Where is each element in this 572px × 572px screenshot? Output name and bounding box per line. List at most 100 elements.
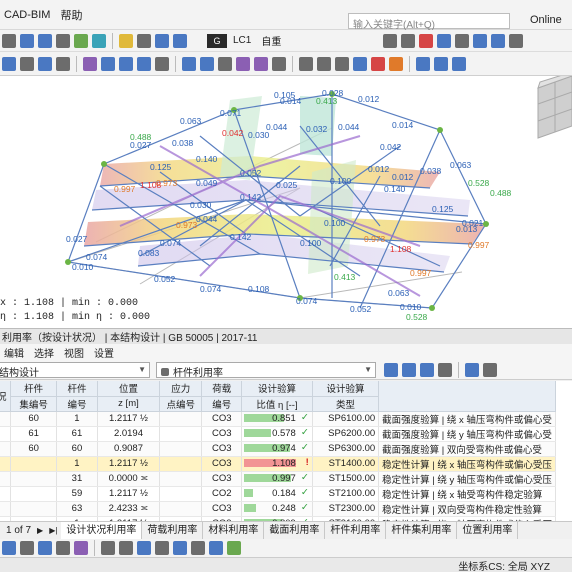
- panel-menu-edit[interactable]: 编辑: [4, 345, 24, 360]
- check-icon[interactable]: [227, 541, 241, 555]
- panel-menu-select[interactable]: 选择: [34, 345, 54, 360]
- chevron-down-icon: ▼: [138, 364, 146, 374]
- export-icon[interactable]: [465, 362, 479, 377]
- model-icon[interactable]: [173, 33, 187, 48]
- table-row[interactable]: 61 61 2.0194 CO3 0.578 ✓ SP6200.00 截面强度验算 | 绕 y…: [0, 426, 556, 442]
- table-row[interactable]: 31 0.0000 ≍ CO3 0.997 ✓ ST1500.00 稳定性计算 | 绕 y …: [0, 471, 556, 487]
- tab-0[interactable]: 设计状况利用率: [61, 522, 143, 539]
- measure-icon[interactable]: [236, 56, 250, 71]
- mirror-icon[interactable]: [335, 56, 349, 71]
- polyline-icon[interactable]: [272, 56, 286, 71]
- search-input[interactable]: 输入关键字(Alt+Q): [348, 13, 510, 31]
- result-label: 0.125: [150, 162, 172, 172]
- report-icon[interactable]: [74, 33, 88, 48]
- snap-object-icon[interactable]: [56, 541, 70, 555]
- undo-icon[interactable]: [119, 33, 133, 48]
- tab-5[interactable]: 杆件集利用率: [386, 522, 458, 539]
- settings-icon[interactable]: [483, 362, 497, 377]
- filter-icon[interactable]: [455, 33, 470, 48]
- window-icon[interactable]: [434, 56, 448, 71]
- status-cell: [0, 486, 12, 502]
- tab-2[interactable]: 材料利用率: [203, 522, 265, 539]
- redo-icon[interactable]: [137, 33, 151, 48]
- section-icon[interactable]: [119, 56, 133, 71]
- result-label: 0.063: [388, 288, 410, 298]
- next-loadcase-icon[interactable]: [401, 33, 416, 48]
- status-cell: [0, 426, 12, 442]
- prev-loadcase-icon[interactable]: [383, 33, 398, 48]
- new-file-icon[interactable]: [2, 33, 16, 48]
- load-icon[interactable]: [371, 56, 385, 71]
- description-cell: 稳定性计算 | 绕 x 轴压弯构件或偏心受压: [378, 456, 556, 472]
- values-icon[interactable]: [438, 362, 452, 377]
- last-page-icon[interactable]: ▶|: [49, 526, 57, 535]
- tab-3[interactable]: 截面利用率: [264, 522, 326, 539]
- panel-menu-settings[interactable]: 设置: [94, 345, 114, 360]
- zoom-icon[interactable]: [509, 33, 524, 48]
- separator-icon: [292, 55, 293, 72]
- view-icon[interactable]: [420, 362, 434, 377]
- rotate-icon[interactable]: [317, 56, 331, 71]
- table-row[interactable]: 1 1.2117 ½ CO3 1.108! ST1400.00 稳定性计算 | 绕 x 轴…: [0, 456, 556, 472]
- loadcase-name[interactable]: 自重: [261, 33, 381, 48]
- display-icon[interactable]: [155, 33, 169, 48]
- select-icon[interactable]: [2, 56, 16, 71]
- open-file-icon[interactable]: [20, 33, 34, 48]
- table-icon[interactable]: [416, 56, 430, 71]
- table-row[interactable]: 59 1.2117 ½ CO2 0.184 ✓ ST2100.00 稳定性计算 | 绕 x …: [0, 486, 556, 502]
- loadcase-code[interactable]: LC1: [233, 35, 251, 46]
- table-row[interactable]: 60 60 0.9087 CO3 0.974 ✓ SP6300.00 截面强度验算 | 双向受…: [0, 441, 556, 457]
- curve-icon[interactable]: [254, 56, 268, 71]
- polar-icon[interactable]: [119, 541, 133, 555]
- save-icon[interactable]: [38, 33, 52, 48]
- visibility-icon[interactable]: [191, 541, 205, 555]
- undo-icon[interactable]: [402, 362, 416, 377]
- surface-icon[interactable]: [155, 56, 169, 71]
- online-link[interactable]: Online: [530, 14, 562, 26]
- table-row[interactable]: 63 2.4233 ≍ CO3 0.248 ✓ ST2300.00 稳定性计算 | 双向受弯…: [0, 501, 556, 517]
- member-cell: 61: [56, 426, 98, 442]
- set-cell: [10, 456, 58, 472]
- colormap-icon[interactable]: [389, 56, 403, 71]
- info-icon[interactable]: [209, 541, 223, 555]
- layer-icon[interactable]: [173, 541, 187, 555]
- table-row[interactable]: 60 1 1.2117 ½ CO3 0.851 ✓ SP6100.00 截面强度验算 | 绕 …: [0, 411, 556, 427]
- print-icon[interactable]: [56, 33, 70, 48]
- node-icon[interactable]: [20, 56, 34, 71]
- copy-icon[interactable]: [353, 56, 367, 71]
- filter-icon[interactable]: [384, 362, 398, 377]
- view-icon[interactable]: [473, 33, 488, 48]
- cube-view-icon[interactable]: [452, 56, 466, 71]
- navigation-cube[interactable]: [537, 76, 572, 139]
- menu-cad-bim[interactable]: CAD-BIM: [4, 9, 50, 21]
- snap-icon[interactable]: [218, 56, 232, 71]
- ortho-icon[interactable]: [101, 541, 115, 555]
- values-icon[interactable]: [437, 33, 452, 48]
- snap-node-icon[interactable]: [2, 541, 16, 555]
- hinge-icon[interactable]: [101, 56, 115, 71]
- grid-icon[interactable]: [200, 56, 214, 71]
- tab-4[interactable]: 杆件利用率: [325, 522, 387, 539]
- ratio-combo[interactable]: 杆件利用率 ▼: [156, 361, 376, 379]
- guideline-icon[interactable]: [155, 541, 169, 555]
- material-icon[interactable]: [137, 56, 151, 71]
- snap-grid-icon[interactable]: [20, 541, 34, 555]
- model-viewport[interactable]: 0.105 0.028 0.014 0.413 0.012 0.071 0.063 0.032…: [0, 76, 572, 328]
- menu-help[interactable]: 帮助: [60, 7, 82, 23]
- support-icon[interactable]: [83, 56, 97, 71]
- first-page-icon[interactable]: ▶: [37, 526, 43, 535]
- snap-line-icon[interactable]: [38, 541, 52, 555]
- snap-angle-icon[interactable]: [74, 541, 88, 555]
- member-icon[interactable]: [56, 56, 70, 71]
- design-combo[interactable]: 结构设计 ▼: [0, 361, 150, 379]
- results-icon[interactable]: [419, 33, 434, 48]
- line-icon[interactable]: [38, 56, 52, 71]
- view-iso-icon[interactable]: [491, 33, 506, 48]
- render-icon[interactable]: [92, 33, 106, 48]
- tab-1[interactable]: 荷载利用率: [142, 522, 204, 539]
- move-icon[interactable]: [299, 56, 313, 71]
- dimension-icon[interactable]: [182, 56, 196, 71]
- workplane-icon[interactable]: [137, 541, 151, 555]
- tab-6[interactable]: 位置利用率: [457, 522, 519, 539]
- panel-menu-view[interactable]: 视图: [64, 345, 84, 360]
